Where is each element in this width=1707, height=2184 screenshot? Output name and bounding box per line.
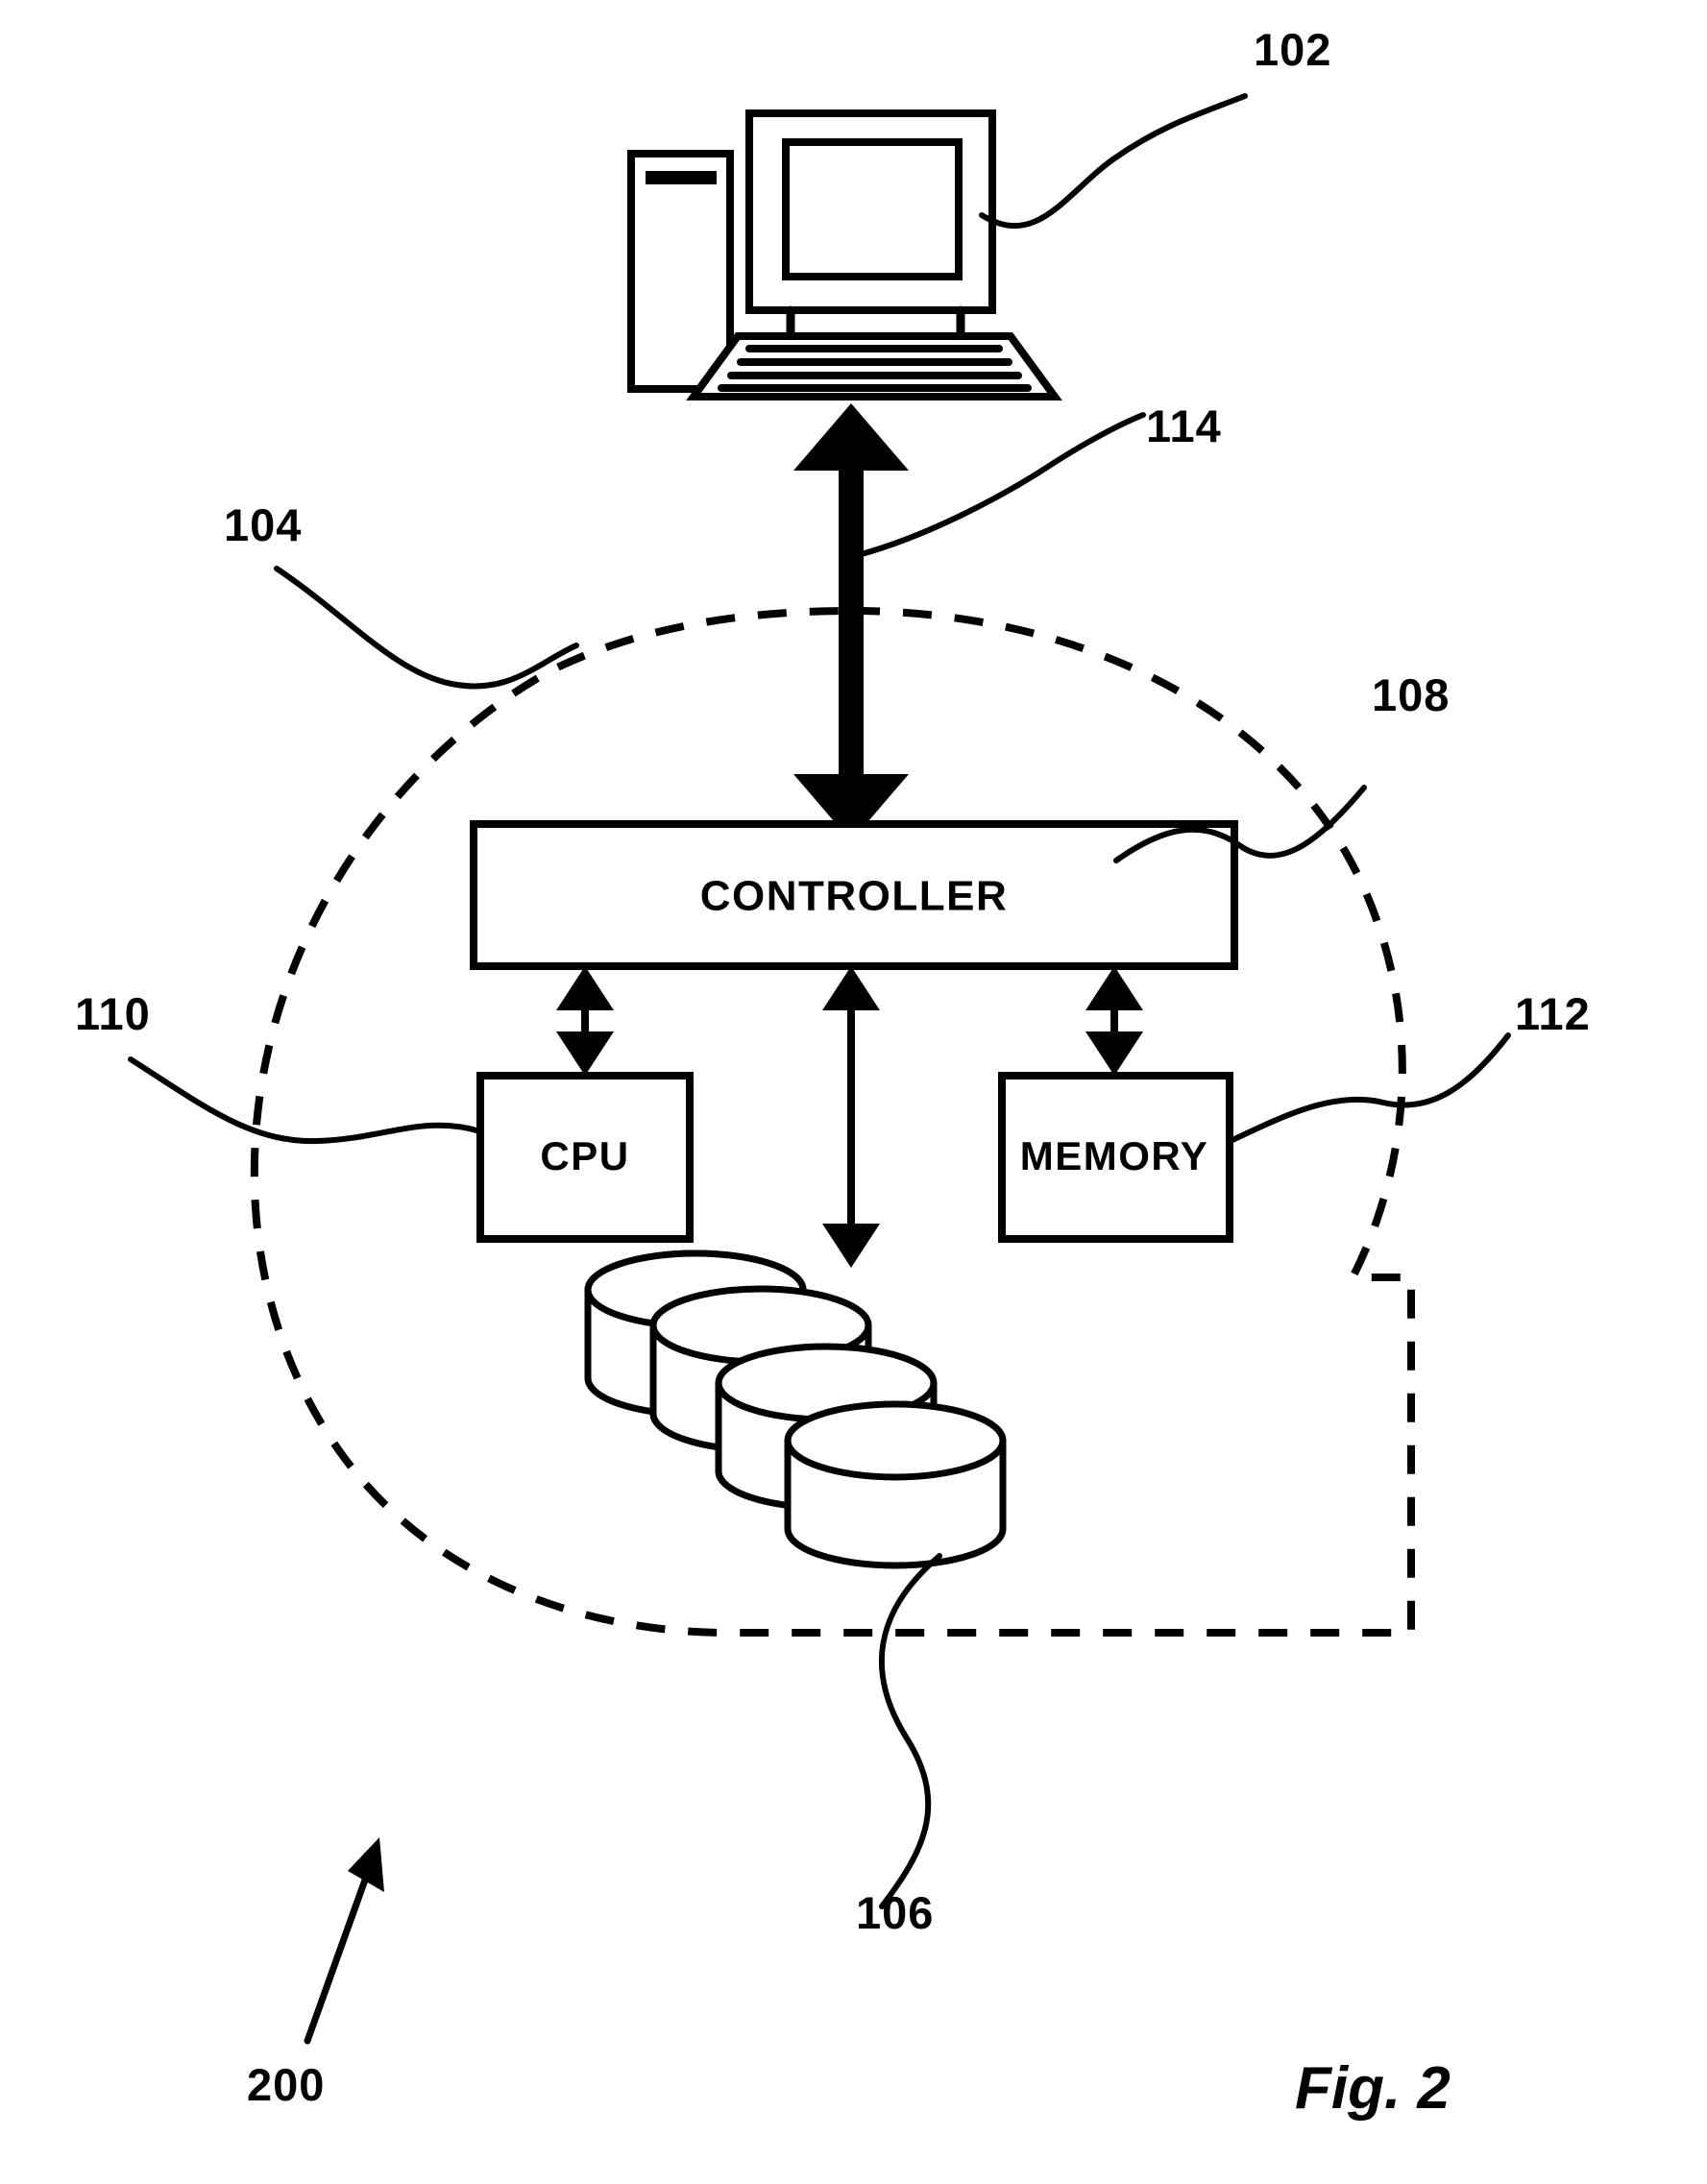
ref-label-102: 102 bbox=[1254, 24, 1331, 75]
figure-pointer-arrow bbox=[304, 1837, 384, 2045]
ref-label-112: 112 bbox=[1515, 988, 1591, 1039]
ref-leader-110 bbox=[128, 1056, 483, 1145]
ref-leader-106 bbox=[879, 1553, 942, 1909]
double-headed-arrow-icon bbox=[793, 403, 909, 841]
disk-stack-icon bbox=[584, 1250, 1007, 1569]
ref-leader-112 bbox=[1230, 1032, 1511, 1143]
diagram-canvas: CONTROLLER CPU MEMORY 102 114 104 108 11… bbox=[75, 24, 1591, 2122]
ref-leader-104 bbox=[274, 566, 579, 690]
controller-disk-arrow bbox=[822, 966, 880, 1268]
ref-label-114: 114 bbox=[1146, 400, 1222, 451]
patent-figure-2: CONTROLLER CPU MEMORY 102 114 104 108 11… bbox=[0, 0, 1707, 2184]
controller-cpu-arrow bbox=[556, 966, 614, 1076]
ref-leader-114 bbox=[855, 412, 1146, 558]
ref-label-200: 200 bbox=[247, 2059, 325, 2110]
ref-leader-102 bbox=[979, 93, 1248, 230]
disk-platter bbox=[784, 1400, 1007, 1569]
memory-label: MEMORY bbox=[1020, 1133, 1208, 1178]
ref-label-110: 110 bbox=[75, 988, 151, 1039]
ref-label-104: 104 bbox=[224, 499, 302, 550]
ref-label-108: 108 bbox=[1372, 669, 1450, 720]
desktop-computer-icon bbox=[627, 109, 1062, 400]
figure-caption: Fig. 2 bbox=[1295, 2055, 1451, 2122]
cpu-label: CPU bbox=[540, 1133, 629, 1178]
ref-label-106: 106 bbox=[856, 1887, 934, 1938]
controller-memory-arrow bbox=[1085, 966, 1143, 1076]
controller-label: CONTROLLER bbox=[700, 873, 1009, 920]
